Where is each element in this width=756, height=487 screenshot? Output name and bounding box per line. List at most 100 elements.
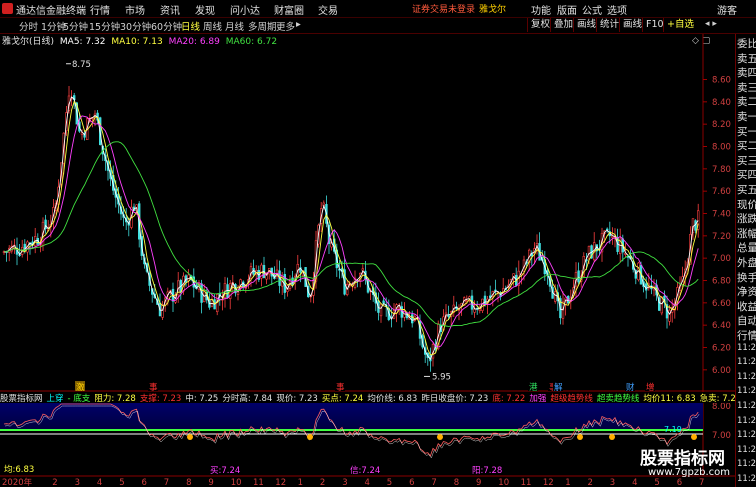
side-panel-item: 买二 (737, 140, 756, 153)
x-axis-label: 8 (186, 478, 191, 487)
indicator-value: 超级趋势线 (550, 394, 593, 403)
indicator-value: 支撑: 7.23 (139, 394, 182, 403)
x-axis-label: 11 (521, 478, 532, 487)
side-panel-item: 11:25 (737, 415, 756, 426)
x-axis-label: 8 (454, 478, 459, 487)
buy-signal-icon (609, 434, 615, 440)
y-tick-label: 8.60 (712, 76, 731, 86)
candle-body (382, 300, 385, 304)
x-axis-label: 2 (52, 478, 57, 487)
side-panel-item: 自动 (737, 315, 756, 328)
sub-annotation: 买:7.24 (210, 466, 240, 476)
x-axis-label: 5 (387, 478, 392, 487)
x-axis-label: 3 (342, 478, 347, 487)
y-tick-label: 7.60 (712, 187, 731, 197)
quote-side-panel: 委比 卖五 卖四 卖三 卖二 卖一 买一 买二 买三 买四 买五 现价 涨跌 涨幅 总量 外盘 换手 净资 收益 自动… (735, 34, 756, 487)
side-panel-item: 收益 (737, 300, 756, 313)
side-panel-item: 卖四 (737, 67, 756, 80)
indicator-value: 均价11: 6.83 (643, 394, 696, 403)
low-price-label: 5.95 (432, 372, 451, 382)
indicator-value: 底: 7.22 (492, 394, 526, 403)
indicator-value: 急卖: 7.2 (699, 394, 735, 403)
buy-signal-icon (577, 434, 583, 440)
y-tick-label: 7.80 (712, 165, 731, 175)
x-axis-label: 6 (142, 478, 147, 487)
side-panel-item: 11:25 (737, 371, 756, 382)
sub-y-tick-label: 8.00 (712, 402, 731, 412)
x-axis-label: 6 (677, 478, 682, 487)
x-axis-label: 3 (610, 478, 615, 487)
x-axis-label: 10 (231, 478, 242, 487)
side-panel-item: 11:25 (737, 401, 756, 411)
buy-signal-icon (437, 434, 443, 440)
side-panel-item: 11:25 (737, 386, 756, 397)
y-tick-label: 6.40 (712, 321, 731, 331)
side-panel-item: 换手 (737, 271, 756, 284)
sub-value-label: 7.19 (664, 425, 682, 434)
watermark-url: www.7gpzb.com (648, 467, 730, 478)
indicator-value: 超卖趋势线 (596, 394, 640, 403)
side-panel-item: 11:25 (737, 474, 756, 484)
candle-body (587, 245, 591, 260)
x-axis-label: 9 (476, 478, 481, 487)
x-axis-label: 5 (119, 478, 124, 487)
side-panel-item: 外盘 (737, 257, 756, 269)
candle-body (660, 296, 664, 314)
side-panel-item: 11:25 (737, 342, 756, 353)
y-tick-label: 8.20 (712, 120, 731, 130)
candle-body (226, 284, 229, 299)
x-axis-label: 5 (654, 478, 659, 487)
candle-body (483, 295, 487, 305)
y-tick-label: 6.60 (712, 299, 731, 309)
x-axis-label: 4 (632, 478, 637, 487)
y-tick-label: 7.40 (712, 210, 731, 220)
indicator-value: - 底支 (67, 394, 91, 403)
side-panel-item: 卖五 (737, 52, 756, 65)
y-tick-label: 7.20 (712, 232, 731, 242)
sub-annotation: 信:7.24 (350, 465, 380, 476)
x-axis-label: 1 (565, 478, 570, 487)
candle-body (379, 303, 383, 317)
candle-body (553, 291, 557, 302)
ma-line-ma5 (3, 96, 699, 361)
indicator-value: 中: 7.25 (185, 394, 219, 403)
side-panel-item: 买三 (737, 154, 756, 167)
x-axis-label: 2020年 (2, 477, 33, 487)
x-axis-label: 12 (275, 478, 286, 487)
watermark-logo: 股票指标网 (640, 449, 725, 469)
x-axis-label: 7 (699, 478, 704, 487)
x-axis-label: 2 (320, 478, 325, 487)
y-tick-label: 7.00 (712, 254, 731, 264)
side-panel-item: 卖二 (737, 96, 756, 109)
side-panel-item: 总量 (737, 242, 756, 255)
indicator-value: 上穿 (46, 394, 64, 403)
sub-chart-background: 8.00 7.00 7.19 (0, 402, 731, 441)
buy-signal-icon (187, 434, 193, 440)
side-panel-item: 买五 (737, 184, 756, 196)
x-axis-label: 7 (164, 478, 169, 487)
indicator-value: 现价: 7.23 (276, 394, 318, 403)
candle-body (447, 314, 450, 317)
y-tick-label: 6.00 (712, 366, 731, 376)
indicator-name[interactable]: 股票指标网 (0, 394, 43, 403)
side-panel-item: 涨跌 (737, 213, 756, 226)
kline-chart[interactable]: 8.60 8.40 8.20 8.00 7.80 7.60 7.40 7.20 7.00 6.80… (0, 0, 735, 487)
side-panel-item: 卖三 (737, 81, 756, 94)
candle-body (577, 270, 580, 283)
high-price-label: 8.75 (72, 60, 91, 70)
candle-body (361, 268, 364, 271)
side-panel-item: 委比 (737, 38, 756, 50)
x-axis-label: 4 (365, 478, 370, 487)
x-axis-label: 11 (253, 478, 264, 487)
ma-line-ma20 (3, 115, 699, 348)
candle-body (644, 283, 648, 291)
sub-y-tick-label: 7.00 (712, 431, 731, 441)
x-axis-label: 6 (409, 478, 414, 487)
side-panel-item: 买四 (737, 169, 756, 182)
x-axis-label: 7 (431, 478, 436, 487)
y-tick-label: 8.00 (712, 143, 731, 153)
candles (2, 85, 700, 372)
indicator-value: 分时高: 7.84 (222, 394, 273, 403)
x-axis-label: 2 (588, 478, 593, 487)
indicator-value: 均价线: 6.83 (367, 394, 418, 403)
